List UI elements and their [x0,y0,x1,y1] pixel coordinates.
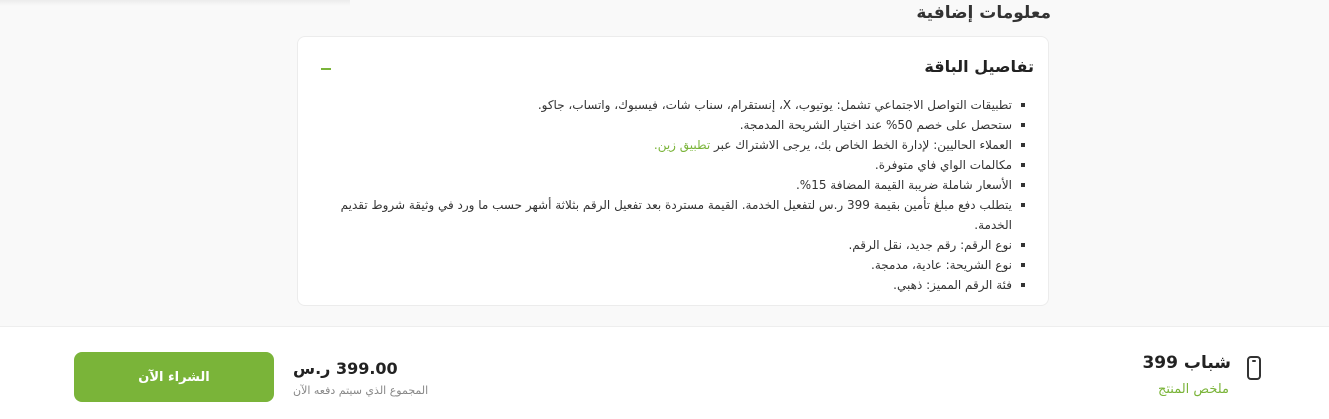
detail-text: نوع الرقم: رقم جديد، نقل الرقم. [848,238,1012,252]
detail-text: يتطلب دفع مبلغ تأمين بقيمة 399 ر.س لتفعي… [340,198,1012,232]
detail-text: نوع الشريحة: عادية، مدمجة. [871,258,1012,272]
detail-text: الأسعار شاملة ضريبة القيمة المضافة 15%. [795,178,1012,192]
detail-text: العملاء الحاليين: لإدارة الخط الخاص بك، … [714,138,1012,152]
list-item: يتطلب دفع مبلغ تأمين بقيمة 399 ر.س لتفعي… [312,195,1025,235]
detail-text: فئة الرقم المميز: ذهبي. [893,278,1012,292]
list-item: ستحصل على خصم 50% عند اختيار الشريحة الم… [312,115,1025,135]
total-amount: 399.00 ر.س [293,359,398,378]
list-item: تطبيقات التواصل الاجتماعي تشمل: يوتيوب، … [312,95,1025,115]
minus-icon[interactable] [321,68,331,70]
package-details-list: تطبيقات التواصل الاجتماعي تشمل: يوتيوب، … [312,95,1026,295]
list-item: نوع الرقم: رقم جديد، نقل الرقم. [312,235,1025,255]
detail-text: مكالمات الواي فاي متوفرة. [874,158,1012,172]
phone-icon [1247,356,1261,380]
list-item: فئة الرقم المميز: ذهبي. [312,275,1025,295]
product-summary-link[interactable]: ملخص المنتج [1158,382,1229,397]
list-item: الأسعار شاملة ضريبة القيمة المضافة 15%. [312,175,1025,195]
purchase-bar: شباب 399 ملخص المنتج 399.00 ر.س المجموع … [0,326,1329,419]
list-item: العملاء الحاليين: لإدارة الخط الخاص بك، … [312,135,1025,155]
detail-text: ستحصل على خصم 50% عند اختيار الشريحة الم… [739,118,1012,132]
section-title: معلومات إضافية [916,3,1051,23]
plan-name: شباب 399 [1142,353,1231,373]
list-item: مكالمات الواي فاي متوفرة. [312,155,1025,175]
total-label: المجموع الذي سيتم دفعه الآن [293,384,429,397]
zain-app-link[interactable]: تطبيق زين. [654,138,710,152]
top-edge [0,0,350,6]
detail-text: تطبيقات التواصل الاجتماعي تشمل: يوتيوب، … [537,98,1012,112]
list-item: نوع الشريحة: عادية، مدمجة. [312,255,1025,275]
buy-now-button[interactable]: الشراء الآن [74,352,274,402]
package-details-card: تفاصيل الباقة تطبيقات التواصل الاجتماعي … [297,36,1049,306]
package-details-header[interactable]: تفاصيل الباقة [924,57,1034,76]
